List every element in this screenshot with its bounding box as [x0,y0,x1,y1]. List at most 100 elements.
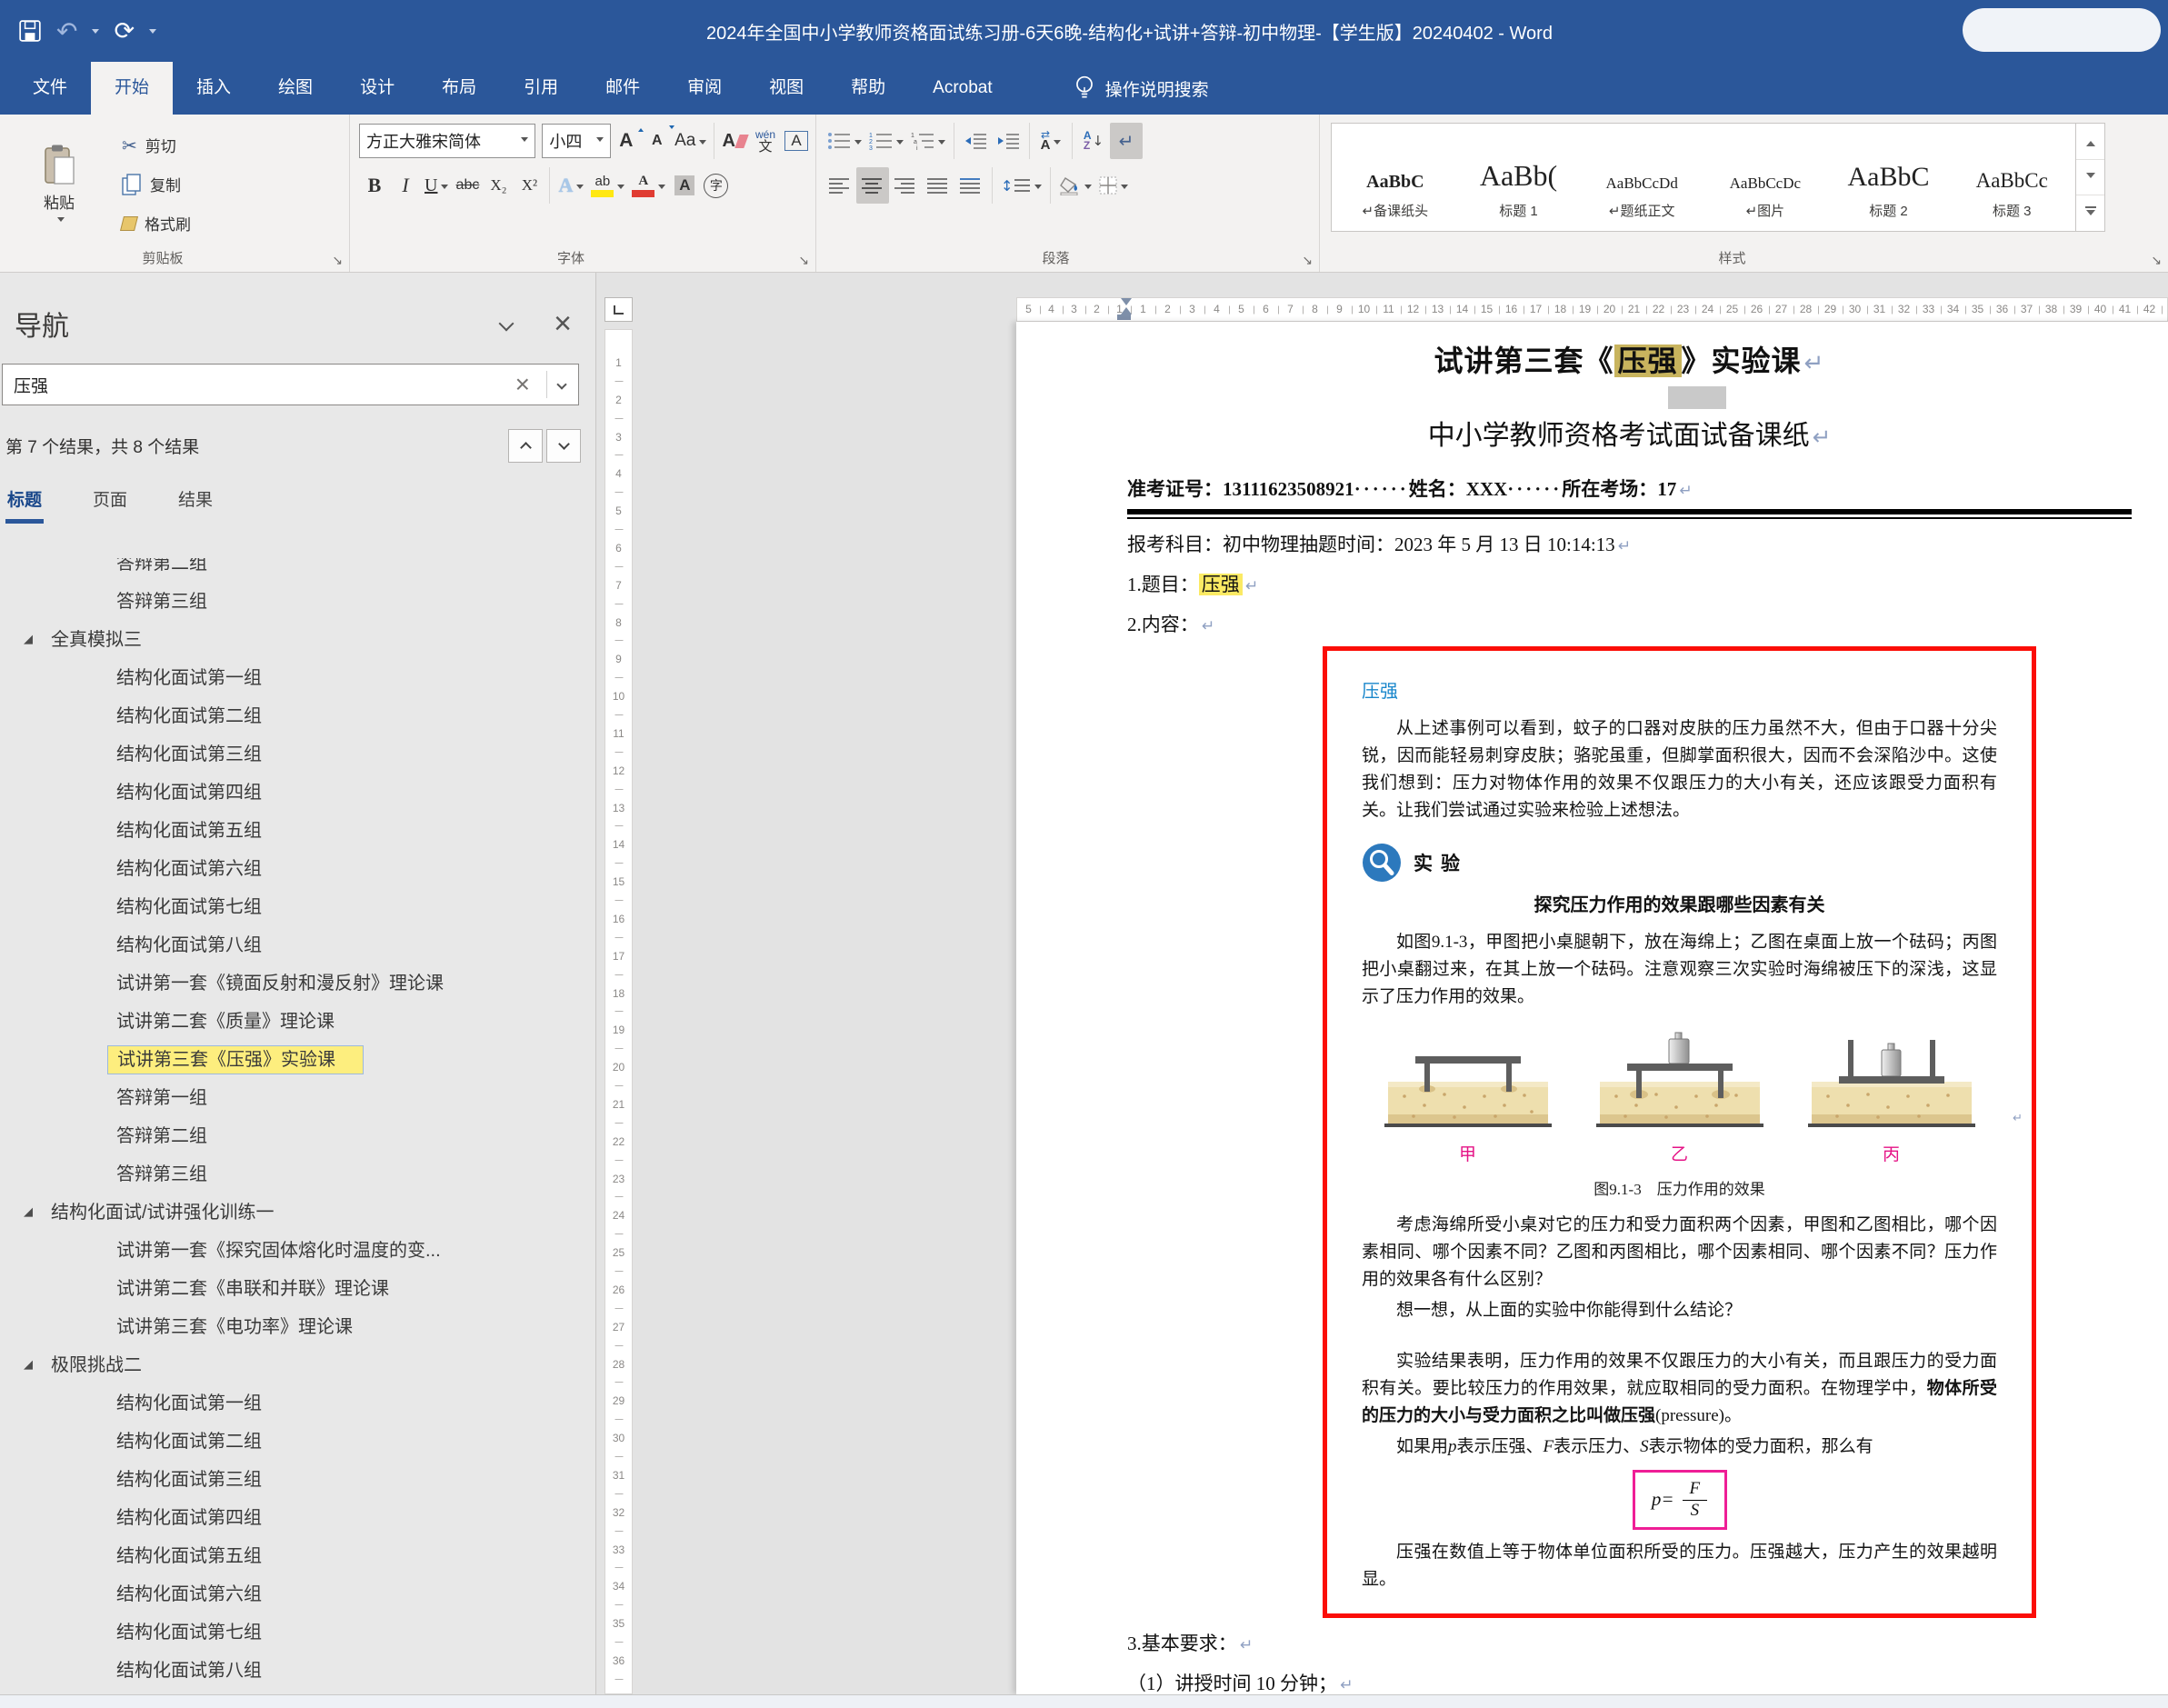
redo-button[interactable]: ⟳ [114,17,135,45]
sort-button[interactable]: AZ↓ [1077,123,1110,159]
expand-triangle-icon[interactable]: ◢ [24,1346,33,1384]
align-right-button[interactable] [889,167,922,204]
box-paragraph[interactable]: 实验结果表明，压力作用的效果不仅跟压力的大小有关，而且跟压力的受力面积有关。要比… [1362,1348,1997,1430]
subscript-button[interactable]: X₂ [483,167,514,204]
distribute-button[interactable] [954,167,987,204]
font-name-select[interactable]: 方正大雅宋简体 [359,124,535,158]
paste-button[interactable]: 粘贴 [15,124,104,245]
ribbon-tab[interactable]: 引用 [500,62,582,115]
expand-triangle-icon[interactable]: ◢ [24,1194,33,1232]
line-spacing-button[interactable]: ↕ [997,167,1045,204]
next-result-button[interactable] [546,429,581,463]
decrease-indent-button[interactable] [959,123,992,159]
box-paragraph[interactable]: 如图9.1-3，甲图把小桌腿朝下，放在海绵上；乙图在桌面上放一个砝码；丙图把小桌… [1362,929,1997,1011]
nav-pane-close-button[interactable]: × [554,308,572,339]
nav-heading-item[interactable]: 结构化面试第八组 [0,926,594,964]
ribbon-tab[interactable]: Acrobat [909,62,1015,115]
nav-tab[interactable]: 页面 [91,486,129,524]
hanging-indent-marker[interactable] [1121,302,1132,315]
nav-heading-item[interactable]: 试讲第三套《电功率》理论课 [0,1308,594,1346]
font-size-select[interactable]: 小四 [542,124,610,158]
box-paragraph[interactable]: 压强在数值上等于物体单位面积所受的压力。压强越大，压力产生的效果越明显。 [1362,1539,1997,1593]
search-input[interactable] [14,375,505,395]
bold-button[interactable]: B [359,167,390,204]
cut-button[interactable]: ✂ 剪切 [116,125,196,165]
character-border-button[interactable]: A [781,123,812,159]
nav-tab[interactable]: 结果 [176,486,215,524]
document-page[interactable]: 试讲第三套《压强》实验课↵ 中小学教师资格考试面试备课纸↵ 准考证号：13111… [1016,322,2168,1694]
bullets-button[interactable] [824,123,865,159]
nav-heading-item[interactable]: ◢ 结构化面试/试讲强化训练一 [0,1194,594,1232]
nav-heading-item[interactable]: 结构化面试第一组 [0,659,594,697]
experiment-title[interactable]: 探究压力作用的效果跟哪些因素有关 [1362,890,1997,916]
horizontal-ruler[interactable]: 54321 1234567891011121314151617181920212… [636,297,2168,322]
shrink-font-button[interactable]: A [642,123,673,159]
nav-heading-item[interactable]: 结构化面试第六组 [0,1575,594,1613]
requirement-item[interactable]: （1）讲授时间 10 分钟；↵ [1127,1671,2132,1694]
nav-heading-item[interactable]: 结构化面试第八组 [0,1652,594,1690]
nav-heading-item[interactable]: 结构化面试第四组 [0,1499,594,1537]
nav-heading-item[interactable]: 结构化面试第七组 [0,1613,594,1652]
format-painter-button[interactable]: 格式刷 [116,204,196,243]
nav-tab[interactable]: 标题 [5,486,44,524]
candidate-info-line[interactable]: 准考证号：13111623508921······姓名：XXX······所在考… [1127,475,2132,504]
character-shading-button[interactable]: A [669,167,700,204]
ribbon-tab[interactable]: 审阅 [664,62,745,115]
qat-customize-caret[interactable] [149,29,156,37]
nav-heading-item[interactable]: 结构化面试第五组 [0,812,594,850]
nav-heading-item[interactable]: 结构化面试第六组 [0,850,594,888]
nav-heading-item[interactable]: 试讲第二套《质量》理论课 [0,1003,594,1041]
text-highlight-button[interactable]: ab [587,167,628,204]
nav-heading-item[interactable]: 答辩第一组 [0,1079,594,1117]
asian-layout-button[interactable]: ⇄A [1034,123,1067,159]
expand-triangle-icon[interactable]: ◢ [24,621,33,659]
undo-dropdown-caret[interactable] [92,29,99,37]
nav-heading-item[interactable]: 结构化面试第二组 [0,697,594,735]
box-paragraph[interactable]: 如果用p表示压强、F表示压力、S表示物体的受力面积，那么有 [1362,1433,1997,1461]
requirements-title[interactable]: 3.基本要求：↵ [1127,1631,2132,1658]
change-case-button[interactable]: Aa [673,123,709,159]
nav-heading-item[interactable]: 结构化面试第五组 [0,1537,594,1575]
align-left-button[interactable] [824,167,856,204]
nav-heading-item[interactable]: 试讲第二套《串联和并联》理论课 [0,1270,594,1308]
box-paragraph[interactable]: 想一想，从上面的实验中你能得到什么结论？ [1362,1297,1997,1324]
nav-heading-item[interactable]: 试讲第一套《镜面反射和漫反射》理论课 [0,964,594,1003]
vertical-ruler[interactable]: 1234567891011121314151617181920212223242… [604,329,633,1694]
font-dialog-launcher[interactable]: ↘ [798,254,809,268]
tell-me-search[interactable]: 操作说明搜索 [1074,62,1209,115]
nav-heading-item[interactable]: 答辩第二组 [0,558,594,583]
doc-title[interactable]: 试讲第三套《压强》实验课↵ [1127,340,2132,385]
undo-button[interactable]: ↶ [56,16,77,46]
subject-line[interactable]: 报考科目：初中物理抽题时间：2023 年 5 月 13 日 10:14:13↵ [1127,532,2132,559]
style-card[interactable]: AaBbCcDd ↵题纸正文 [1580,127,1703,227]
nav-pane-options-chevron[interactable] [499,316,515,332]
clear-formatting-button[interactable]: A [718,123,750,159]
nav-heading-item[interactable]: ◢ 极限挑战二 [0,1346,594,1384]
previous-result-button[interactable] [508,429,543,463]
ribbon-tab[interactable]: 视图 [745,62,827,115]
numbering-button[interactable]: 123 [865,123,907,159]
nav-heading-item[interactable]: ◢ 全真模拟三 [0,621,594,659]
ribbon-tab[interactable]: 邮件 [582,62,664,115]
copy-button[interactable]: 复制 [116,165,196,204]
nav-heading-item[interactable]: 结构化面试第七组 [0,888,594,926]
nav-heading-item[interactable]: 试讲第三套《压强》实验课 [0,1041,594,1079]
nav-heading-item[interactable]: 结构化面试第三组 [0,1461,594,1499]
search-options-caret[interactable] [546,371,565,398]
box-paragraph[interactable]: 考虑海绵所受小桌对它的压力和受力面积两个因素，甲图和乙图相比，哪个因素相同、哪个… [1362,1212,1997,1293]
style-card[interactable]: AaBbCc 标题 3 [1950,127,2073,227]
italic-button[interactable]: I [390,167,421,204]
show-marks-button[interactable]: ↵ [1110,123,1143,159]
nav-heading-item[interactable]: 答辩第三组 [0,583,594,621]
clipboard-dialog-launcher[interactable]: ↘ [332,254,343,268]
nav-heading-item[interactable]: 答辩第三组 [0,1155,594,1194]
nav-heading-item[interactable]: 结构化面试第四组 [0,774,594,812]
style-card[interactable]: AaBb( 标题 1 [1457,127,1581,227]
grow-font-button[interactable]: A [611,123,642,159]
borders-button[interactable] [1095,167,1132,204]
nav-heading-item[interactable]: 试讲第一套《探究固体熔化时温度的变... [0,1232,594,1270]
content-label-line[interactable]: 2.内容：↵ [1127,612,2132,639]
box-paragraph[interactable]: 从上述事例可以看到，蚊子的口器对皮肤的压力虽然不大，但由于口器十分尖锐，因而能轻… [1362,715,1997,824]
nav-heading-item[interactable]: 结构化面试第一组 [0,1384,594,1423]
nav-heading-item[interactable]: 结构化面试第三组 [0,735,594,774]
